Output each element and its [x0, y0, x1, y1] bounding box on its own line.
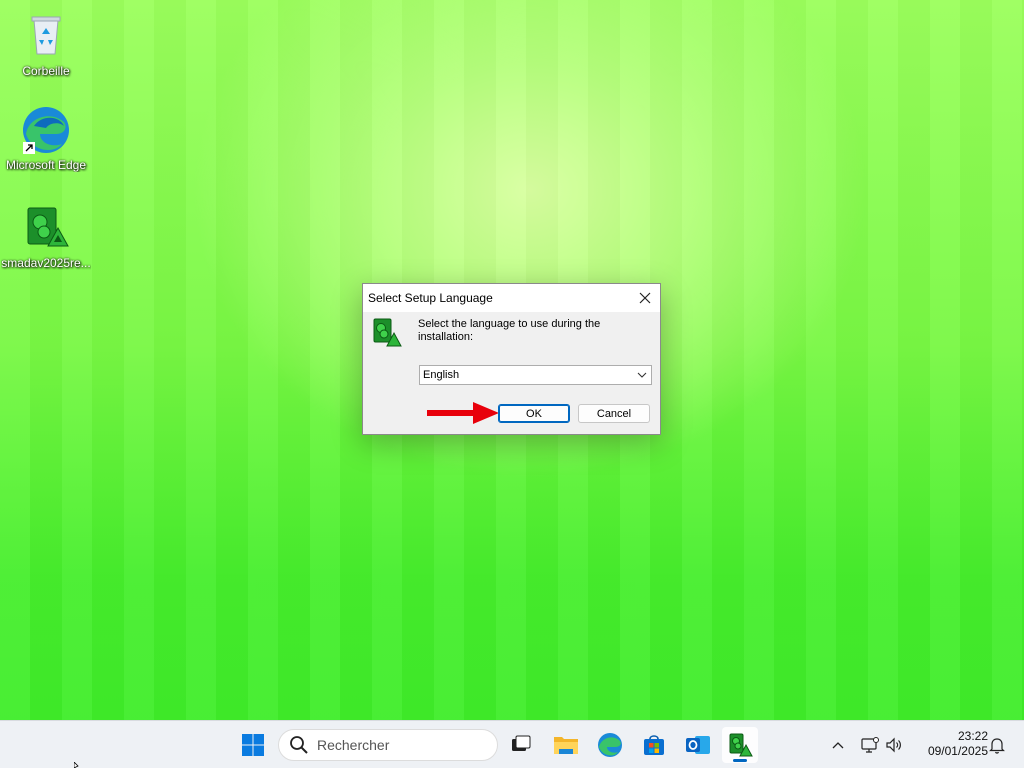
store-button[interactable]: [636, 727, 672, 763]
notifications-button[interactable]: [986, 721, 1008, 768]
outlook-button[interactable]: [680, 727, 716, 763]
windows-start-icon: [242, 734, 264, 756]
search-placeholder: Rechercher: [317, 737, 390, 753]
ok-button[interactable]: OK: [498, 404, 570, 423]
task-view-icon: [512, 735, 531, 751]
active-app-indicator: [733, 759, 747, 762]
file-explorer-icon: [554, 737, 578, 754]
dialog-titlebar[interactable]: Select Setup Language: [363, 284, 660, 312]
desktop-icon-edge[interactable]: Microsoft Edge: [1, 104, 91, 172]
cancel-button[interactable]: Cancel: [578, 404, 650, 423]
close-button[interactable]: [630, 284, 660, 312]
edge-button[interactable]: [592, 727, 628, 763]
chevron-up-icon: [832, 742, 844, 749]
network-button[interactable]: [858, 721, 882, 768]
speaker-icon: [886, 737, 901, 753]
taskbar: Rechercher 23:22 09/01/2025: [0, 720, 1024, 768]
mouse-cursor-icon: [74, 762, 79, 768]
volume-button[interactable]: [882, 721, 906, 768]
close-icon: [639, 292, 651, 304]
smadav-installer-icon: [371, 317, 403, 349]
annotation-arrow-icon: [427, 402, 499, 424]
desktop-icon-label: Microsoft Edge: [5, 158, 87, 172]
store-icon: [644, 735, 664, 755]
chevron-down-icon: [633, 366, 651, 384]
search-icon: [290, 736, 308, 754]
task-view-button[interactable]: [502, 727, 538, 763]
taskbar-clock[interactable]: 23:22 09/01/2025: [912, 729, 988, 759]
smadav-installer-icon: [20, 202, 72, 254]
clock-date: 09/01/2025: [927, 744, 988, 758]
recycle-bin-icon: [20, 10, 72, 62]
smadav-taskbar-button[interactable]: [722, 727, 758, 763]
show-hidden-icons-button[interactable]: [826, 721, 850, 768]
taskbar-search[interactable]: Rechercher: [278, 729, 498, 761]
desktop-icon-label: smadav2025re...: [1, 256, 91, 270]
language-select-value: English: [423, 369, 460, 381]
desktop-icon-recycle-bin[interactable]: Corbeille: [1, 10, 91, 78]
network-icon: [861, 737, 879, 753]
file-explorer-button[interactable]: [548, 727, 584, 763]
language-select[interactable]: English: [419, 365, 652, 385]
dialog-message: Select the language to use during the in…: [418, 318, 601, 343]
desktop-icon-smadav[interactable]: smadav2025re...: [1, 202, 91, 270]
desktop-icon-label: Corbeille: [22, 64, 70, 78]
dialog-title: Select Setup Language: [368, 291, 493, 305]
clock-time: 23:22: [957, 729, 988, 743]
start-button[interactable]: [235, 727, 271, 763]
edge-icon: [598, 733, 622, 757]
bell-icon: [989, 737, 1005, 754]
smadav-installer-icon: [729, 733, 753, 757]
outlook-icon: [686, 736, 710, 754]
setup-language-dialog: Select Setup Language Select the languag…: [362, 283, 661, 435]
edge-icon: [20, 104, 72, 156]
